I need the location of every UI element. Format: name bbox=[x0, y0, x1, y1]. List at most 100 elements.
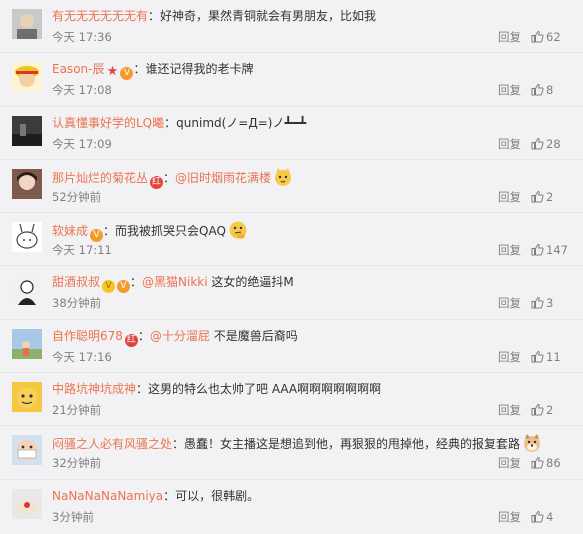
comment-body: 甜酒叔叔 V V ：@黑猫Nikki 这女的绝逼抖M bbox=[52, 273, 571, 294]
comment-separator: ： bbox=[148, 9, 161, 23]
user-avatar[interactable] bbox=[12, 222, 42, 253]
thumbs-up-icon bbox=[531, 30, 544, 43]
user-avatar[interactable] bbox=[12, 382, 42, 413]
comment-text: 谁还记得我的老卡牌 bbox=[145, 62, 254, 77]
username-link[interactable]: 自作聪明678 bbox=[52, 329, 123, 343]
comment-actions: 回复 2 bbox=[489, 189, 573, 205]
comment-timestamp: 3分钟前 bbox=[52, 509, 94, 524]
red-member-badge-icon: 红 bbox=[124, 333, 138, 347]
user-avatar[interactable] bbox=[12, 328, 42, 359]
comment-list: 有无无无无无无有：好神奇，果然青铜就会有男朋友，比如我 今天 17:36 回复 62 E… bbox=[0, 0, 583, 534]
comment-text: 好神奇，果然青铜就会有男朋友，比如我 bbox=[160, 9, 377, 23]
like-count: 62 bbox=[546, 30, 561, 44]
username-link[interactable]: 闷骚之人必有风骚之处 bbox=[52, 437, 172, 451]
thumbs-up-icon bbox=[531, 137, 544, 150]
thumbs-up-icon bbox=[531, 243, 544, 256]
thumbs-up-icon bbox=[531, 350, 544, 363]
username-link[interactable]: 中路坑神坑成神 bbox=[52, 382, 136, 396]
comment-actions: 回复 8 bbox=[489, 82, 573, 98]
user-avatar[interactable] bbox=[12, 488, 42, 519]
comment-item: 认真懂事好学的LQ曦：qunimd(ノ=Д=)ノ┻━┻ 今天 17:09 回复 28 bbox=[0, 107, 583, 160]
reply-button[interactable]: 回复 bbox=[498, 136, 521, 152]
comment-body: 有无无无无无无有：好神奇，果然青铜就会有男朋友，比如我 bbox=[52, 7, 571, 25]
thinking-emoji-icon bbox=[228, 220, 248, 240]
reply-button[interactable]: 回复 bbox=[498, 82, 521, 98]
like-button[interactable]: 3 bbox=[531, 295, 553, 311]
like-count: 147 bbox=[546, 243, 568, 258]
like-button[interactable]: 8 bbox=[531, 82, 553, 98]
username-link[interactable]: 甜酒叔叔 bbox=[52, 275, 100, 289]
doge-emoji-icon bbox=[522, 433, 542, 453]
user-avatar[interactable] bbox=[12, 9, 42, 39]
like-count: 11 bbox=[546, 349, 561, 364]
comment-timestamp: 今天 17:08 bbox=[52, 83, 112, 98]
username-link[interactable]: 有无无无无无无有 bbox=[52, 9, 148, 23]
comment-actions: 回复 3 bbox=[489, 295, 573, 311]
comment-actions: 回复 86 bbox=[489, 455, 573, 471]
comment-text: 这女的绝逼抖M bbox=[207, 275, 294, 290]
like-button[interactable]: 62 bbox=[531, 29, 561, 45]
mention-link[interactable]: @黑猫Nikki bbox=[142, 275, 208, 289]
like-count: 4 bbox=[546, 509, 554, 524]
reply-button[interactable]: 回复 bbox=[498, 29, 521, 45]
comment-separator: ： bbox=[136, 382, 149, 397]
mention-link[interactable]: @旧时烟雨花满楼 bbox=[175, 171, 271, 185]
comment-timestamp: 今天 17:16 bbox=[52, 349, 112, 364]
user-avatar[interactable] bbox=[12, 435, 42, 466]
like-button[interactable]: 86 bbox=[531, 455, 561, 471]
comment-actions: 回复 11 bbox=[489, 349, 573, 365]
comment-timestamp: 21分钟前 bbox=[52, 403, 102, 418]
comment-text: 这男的特么也太帅了吧 AAA啊啊啊啊啊啊啊 bbox=[148, 382, 382, 397]
comment-timestamp: 32分钟前 bbox=[52, 456, 102, 471]
vip-level-badge-icon: V bbox=[117, 280, 131, 294]
thumbs-up-icon bbox=[531, 510, 544, 523]
thumbs-up-icon bbox=[531, 296, 544, 309]
comment-actions: 回复 4 bbox=[489, 509, 573, 525]
username-link[interactable]: 认真懂事好学的LQ曦 bbox=[52, 116, 164, 130]
cat-emoji-icon bbox=[273, 167, 293, 187]
like-button[interactable]: 2 bbox=[531, 402, 553, 418]
username-link[interactable]: NaNaNaNaNamiya bbox=[52, 489, 163, 503]
comment-separator: ： bbox=[137, 328, 150, 343]
like-button[interactable]: 2 bbox=[531, 189, 553, 205]
reply-button[interactable]: 回复 bbox=[498, 402, 521, 418]
like-button[interactable]: 4 bbox=[531, 509, 553, 525]
like-button[interactable]: 11 bbox=[531, 349, 561, 365]
user-avatar[interactable] bbox=[12, 168, 42, 199]
like-button[interactable]: 28 bbox=[531, 136, 561, 152]
like-count: 86 bbox=[546, 456, 561, 471]
reply-button[interactable]: 回复 bbox=[498, 189, 521, 205]
username-link[interactable]: 那片灿烂的菊花丛 bbox=[52, 171, 148, 185]
comment-actions: 回复 28 bbox=[489, 136, 573, 152]
user-avatar[interactable] bbox=[12, 115, 42, 146]
comment-separator: ： bbox=[163, 488, 176, 503]
verified-v-badge-icon: V bbox=[102, 280, 116, 294]
reply-button[interactable]: 回复 bbox=[498, 509, 521, 525]
like-button[interactable]: 147 bbox=[531, 242, 568, 258]
comment-timestamp: 52分钟前 bbox=[52, 189, 102, 204]
mention-link[interactable]: @十分溜屁 bbox=[150, 329, 210, 343]
comment-body: 软妹成 V ：而我被抓哭只会QAQ bbox=[52, 220, 571, 243]
reply-button[interactable]: 回复 bbox=[498, 295, 521, 311]
comment-timestamp: 今天 17:36 bbox=[52, 30, 112, 44]
red-member-badge-icon: 红 bbox=[150, 175, 164, 189]
comment-item: NaNaNaNaNamiya：可以，很韩剧。 3分钟前 回复 4 bbox=[0, 480, 583, 533]
comment-item: 甜酒叔叔 V V ：@黑猫Nikki 这女的绝逼抖M 38分钟前 回复 3 bbox=[0, 266, 583, 320]
comment-text: 愚蠢！女主播这是想追到他，再狠狠的甩掉他，经典的报复套路 bbox=[184, 437, 521, 452]
comment-item: 软妹成 V ：而我被抓哭只会QAQ 今天 17:11 回复 147 bbox=[0, 213, 583, 267]
reply-button[interactable]: 回复 bbox=[498, 455, 521, 471]
reply-button[interactable]: 回复 bbox=[498, 349, 521, 365]
comment-body: NaNaNaNaNamiya：可以，很韩剧。 bbox=[52, 487, 571, 505]
vip-level-badge-icon: V bbox=[90, 229, 104, 243]
username-link[interactable]: Eason-辰 bbox=[52, 62, 104, 76]
like-count: 2 bbox=[546, 403, 554, 418]
like-count: 3 bbox=[546, 296, 554, 311]
comment-actions: 回复 147 bbox=[489, 242, 573, 258]
user-avatar[interactable] bbox=[12, 62, 42, 93]
comment-text: 而我被抓哭只会QAQ bbox=[115, 224, 226, 239]
star-badge-icon: ★ bbox=[106, 64, 119, 80]
username-link[interactable]: 软妹成 bbox=[52, 224, 88, 238]
reply-button[interactable]: 回复 bbox=[498, 242, 521, 258]
comment-body: 自作聪明678 红：@十分溜屁 不是魔兽后裔吗 bbox=[52, 327, 571, 347]
user-avatar[interactable] bbox=[12, 275, 42, 306]
